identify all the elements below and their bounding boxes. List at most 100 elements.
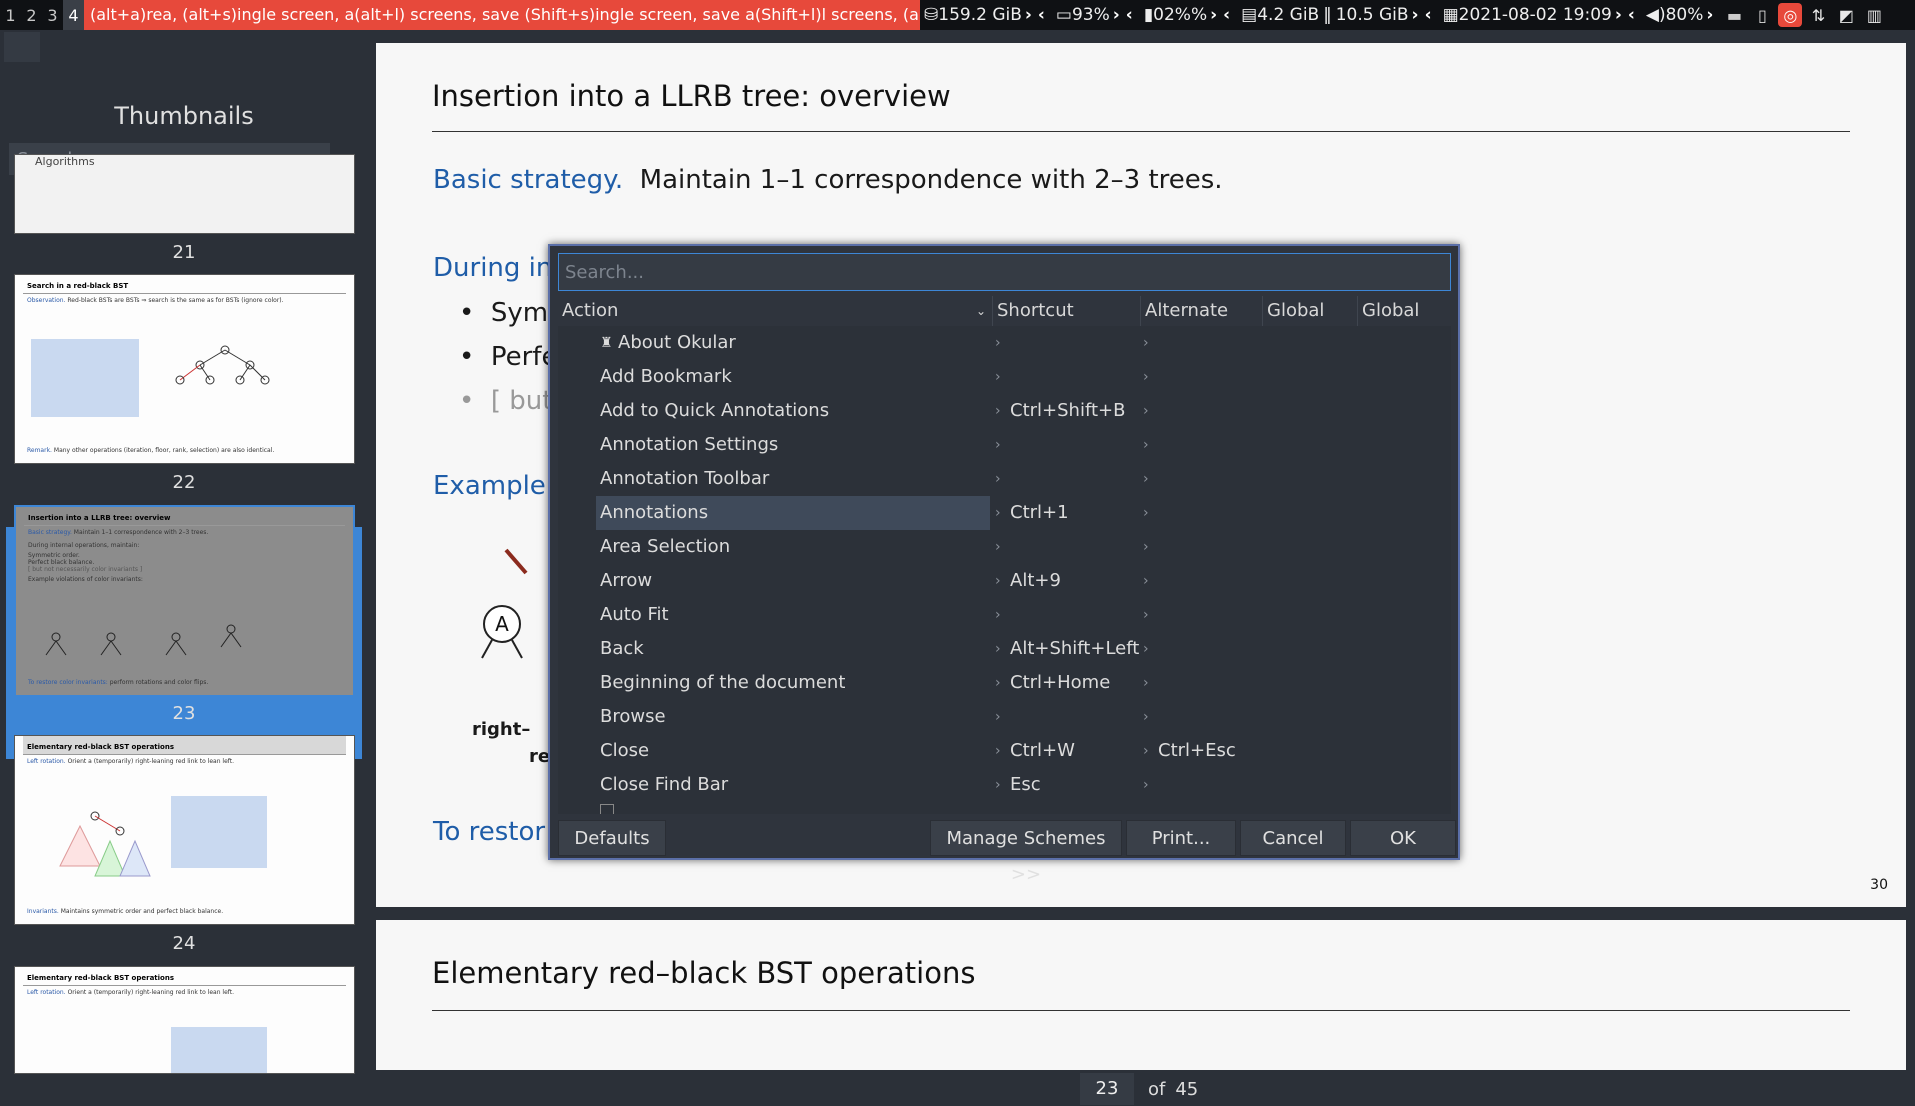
thumbnail-code-block [31,339,139,417]
chevron-right-icon[interactable]: › [995,496,1001,530]
chevron-right-icon[interactable]: › [995,666,1001,700]
shortcut-value[interactable]: Esc [1010,768,1041,802]
thumbnail-body: Maintain 1–1 correspondence with 2–3 tre… [73,529,209,536]
checkbox-icon[interactable] [600,804,614,814]
alternate-value[interactable]: Ctrl+Esc [1158,734,1236,768]
workspace-4[interactable]: 4 [63,0,84,30]
book-tray-icon[interactable]: ▯ [1750,3,1774,27]
shortcut-value[interactable]: Ctrl+Shift+B [1010,394,1125,428]
chevron-right-icon[interactable]: › [1143,394,1149,428]
chevron-right-icon[interactable]: › [1143,734,1149,768]
shortcut-value[interactable]: Alt+9 [1010,564,1061,598]
column-header-alternate[interactable]: Alternate [1141,296,1263,326]
table-row[interactable]: Beginning of the document › Ctrl+Home › [558,666,1451,700]
volume-value: 80% [1665,5,1704,25]
slide-line: To restor [433,817,546,847]
workspace-2[interactable]: 2 [21,0,42,30]
thumbnail-page-22[interactable]: Search in a red-black BST Observation. R… [14,274,355,464]
chevron-right-icon[interactable]: › [995,700,1001,734]
thumbnail-number: 21 [172,242,196,263]
title-rule [432,131,1850,132]
chevron-right-icon[interactable]: › [995,632,1001,666]
chevron-right-icon[interactable]: › [995,564,1001,598]
chevron-right-icon[interactable]: › [1143,700,1149,734]
shortcut-value[interactable]: Alt+Shift+Left [1010,632,1139,666]
clipboard-tray-icon[interactable]: ▥ [1862,3,1886,27]
chevron-right-icon[interactable]: › [995,734,1001,768]
table-row[interactable]: Add Bookmark › › [558,360,1451,394]
thumbnail-page-24[interactable]: Elementary red-black BST operations Left… [14,735,355,925]
workspace-3[interactable]: 3 [42,0,63,30]
thumbnail-body: Orient a (temporarily) right-leaning red… [67,989,235,996]
chevron-right-icon[interactable]: › [995,326,1001,360]
chevron-right-icon[interactable]: › [995,394,1001,428]
print-button[interactable]: Print... [1126,820,1236,856]
table-row[interactable]: Auto Fit › › [558,598,1451,632]
table-row[interactable]: Close Find Bar › Esc › [558,768,1451,802]
column-header-shortcut[interactable]: Shortcut [993,296,1141,326]
action-name: Beginning of the document [600,672,846,693]
chevron-right-icon[interactable]: › [1143,360,1149,394]
chevron-right-icon[interactable]: › [1143,530,1149,564]
table-row[interactable]: Close › Ctrl+W › Ctrl+Esc [558,734,1451,768]
thumbnail-page-21[interactable]: Algorithms [14,154,355,234]
chevron-right-icon[interactable]: › [1143,632,1149,666]
page-number-input[interactable]: 23 [1080,1073,1134,1105]
shortcut-value[interactable]: Ctrl+Home [1010,666,1110,700]
shortcuts-table[interactable]: ♜ About Okular › › Add Bookmark › › Add … [558,326,1451,814]
ok-button[interactable]: OK [1350,820,1456,856]
table-row[interactable]: Arrow › Alt+9 › [558,564,1451,598]
chevron-right-icon[interactable]: › [1143,462,1149,496]
thumbnail-title: Insertion into a LLRB tree: overview [24,507,345,526]
chevron-right-icon[interactable]: › [1143,768,1149,802]
thumbnail-page-25[interactable]: Elementary red-black BST operations Left… [14,966,355,1074]
manage-schemes-button[interactable]: Manage Schemes >> [930,820,1122,885]
thumbnail-code-block [171,1027,267,1073]
sidebar-tab[interactable] [4,32,40,62]
chevron-right-icon[interactable]: › [1143,564,1149,598]
ubuntu-tray-icon[interactable]: ◎ [1778,3,1803,27]
volume-status[interactable]: ◀) 80% › [1642,5,1721,25]
chevron-right-icon[interactable]: › [995,530,1001,564]
chevron-right-icon[interactable]: › [1143,326,1149,360]
defaults-button[interactable]: Defaults [558,820,666,856]
transfer-tray-icon[interactable]: ⇅ [1806,3,1830,27]
table-row[interactable]: Annotation Toolbar › › [558,462,1451,496]
column-header-global[interactable]: Global [1263,296,1358,326]
screenshot-tray-icon[interactable]: ◩ [1834,3,1858,27]
chevron-right-icon[interactable]: › [995,768,1001,802]
network-tray-icon[interactable]: ▬ [1722,3,1746,27]
thumbnail-page-23[interactable]: Insertion into a LLRB tree: overview Bas… [14,505,355,697]
thumbnail-title: Algorithms [35,155,95,168]
workspace-1[interactable]: 1 [0,0,21,30]
table-row[interactable]: Add to Quick Annotations › Ctrl+Shift+B … [558,394,1451,428]
chevron-right-icon[interactable]: › [1143,666,1149,700]
cpu-value: 02% [1153,5,1191,25]
table-row[interactable]: Annotation Settings › › [558,428,1451,462]
table-row-selected[interactable]: Annotations › Ctrl+1 › [558,496,1451,530]
table-row[interactable]: Area Selection › › [558,530,1451,564]
thumbnail-bullet: Symmetric order. [28,552,80,559]
column-header-action[interactable]: Action ⌄ [558,296,993,326]
shortcut-value[interactable]: Ctrl+1 [1010,496,1069,530]
action-name: Add to Quick Annotations [600,400,830,421]
chevron-right-icon[interactable]: › [1143,598,1149,632]
clock-status[interactable]: ▦ 2021-08-02 19:09 › ‹ [1439,5,1642,25]
cancel-button[interactable]: Cancel [1240,820,1346,856]
table-row[interactable]: Back › Alt+Shift+Left › [558,632,1451,666]
column-header-global-alternate[interactable]: Global Alte [1358,296,1451,351]
chevron-right-icon[interactable]: › [1143,496,1149,530]
table-row[interactable]: ♜ About Okular › › [558,326,1451,360]
table-row[interactable]: Browse › › [558,700,1451,734]
chevron-right-icon[interactable]: › [1143,428,1149,462]
shortcut-search-input[interactable]: Search... [558,253,1451,291]
chevron-right-icon[interactable]: › [995,428,1001,462]
slide-body: Maintain 1–1 correspondence with 2–3 tre… [639,165,1223,195]
memory-used: 4.2 GiB [1257,5,1320,25]
chevron-right-icon[interactable]: › [995,598,1001,632]
chevron-right-icon: › [1112,5,1120,25]
chevron-right-icon[interactable]: › [995,360,1001,394]
chevron-right-icon[interactable]: › [995,462,1001,496]
shortcut-value[interactable]: Ctrl+W [1010,734,1075,768]
thumbnail-label: Remark. [27,447,52,454]
